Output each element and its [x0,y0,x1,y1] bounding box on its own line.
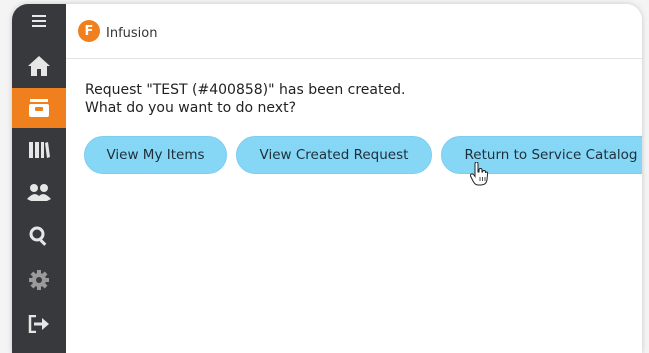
sidebar-item-home[interactable] [12,46,66,86]
sidebar-item-people[interactable] [12,172,66,212]
menu-toggle[interactable] [12,4,66,38]
home-icon [28,56,50,76]
view-my-items-button[interactable]: View My Items [84,136,227,174]
top-bar: F Infusion [66,4,642,59]
sidebar [12,4,66,353]
sidebar-item-requests[interactable] [12,88,66,128]
gear-icon [29,270,49,290]
sidebar-item-search[interactable] [12,216,66,256]
menu-icon [32,15,46,27]
sidebar-item-library[interactable] [12,130,66,170]
confirmation-line-2: What do you want to do next? [85,100,297,116]
inbox-icon [29,99,49,117]
view-created-request-button[interactable]: View Created Request [236,136,432,174]
confirmation-message: Request "TEST (#400858)" has been create… [85,81,405,117]
app-logo: F [78,20,100,42]
logout-icon [28,315,49,333]
library-icon [29,142,50,158]
app-title: Infusion [106,25,158,41]
hand-cursor-icon [470,162,488,186]
app-window: F Infusion Request "TEST (#400858)" has … [12,4,642,353]
confirmation-line-1: Request "TEST (#400858)" has been create… [85,82,406,98]
main-content: F Infusion Request "TEST (#400858)" has … [66,4,642,353]
sidebar-item-logout[interactable] [12,304,66,344]
search-icon [29,226,47,246]
people-icon [27,184,51,201]
sidebar-item-settings[interactable] [12,260,66,300]
